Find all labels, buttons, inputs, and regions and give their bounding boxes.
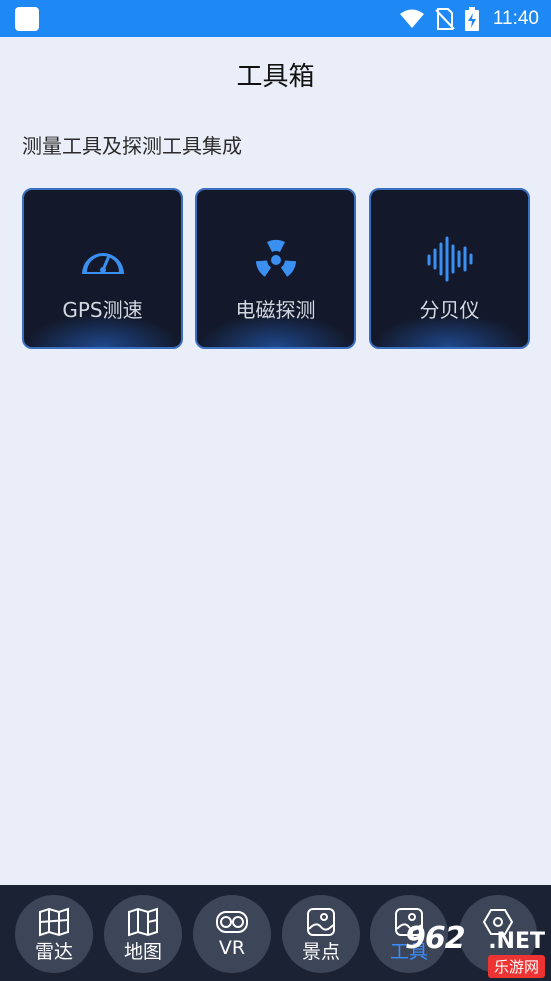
nav-label: 雷达 (34, 941, 73, 963)
wifi-icon (399, 9, 424, 28)
map-icon (128, 907, 158, 937)
battery-charging-icon (464, 6, 479, 31)
tools-grid: GPS测速 电磁探测 分贝仪 (22, 188, 530, 350)
watermark-brand: 962 (405, 921, 466, 956)
tool-label: GPS测速 (62, 298, 143, 322)
nav-label: 地图 (123, 941, 162, 963)
vr-glasses-icon (216, 911, 248, 933)
radiation-icon (255, 239, 296, 277)
tool-label: 分贝仪 (419, 298, 480, 322)
tool-card-gps-speed[interactable]: GPS测速 (22, 188, 183, 349)
watermark-logo: 962 .NET 乐游网 (405, 921, 545, 978)
nav-item-radar[interactable]: 雷达 (15, 895, 93, 973)
status-icons: 11:40 (399, 0, 539, 37)
status-time: 11:40 (492, 7, 539, 29)
no-sim-icon (435, 7, 455, 30)
image-icon (307, 908, 335, 936)
watermark-caption: 乐游网 (487, 955, 545, 978)
nav-item-vr[interactable]: VR (193, 895, 271, 973)
page-title: 工具箱 (236, 62, 315, 92)
nav-item-scenic-spots[interactable]: 景点 (282, 895, 360, 973)
tool-label: 电磁探测 (235, 298, 316, 322)
nav-label: 景点 (301, 941, 340, 963)
tool-card-decibel-meter[interactable]: 分贝仪 (369, 188, 530, 349)
speedometer-icon (81, 253, 124, 274)
map-icon (39, 907, 69, 937)
sound-wave-icon (427, 236, 472, 282)
tool-card-em-detection[interactable]: 电磁探测 (195, 188, 356, 349)
bottom-nav: 雷达 地图 VR 景点 工具 962 .NET 乐游网 (0, 885, 551, 981)
page-subtitle: 测量工具及探测工具集成 (22, 134, 242, 158)
status-bar: 11:40 (0, 0, 551, 37)
app-notification-icon (15, 7, 39, 31)
nav-label: VR (218, 937, 246, 959)
nav-item-map[interactable]: 地图 (104, 895, 182, 973)
watermark-suffix: .NET (488, 929, 545, 954)
